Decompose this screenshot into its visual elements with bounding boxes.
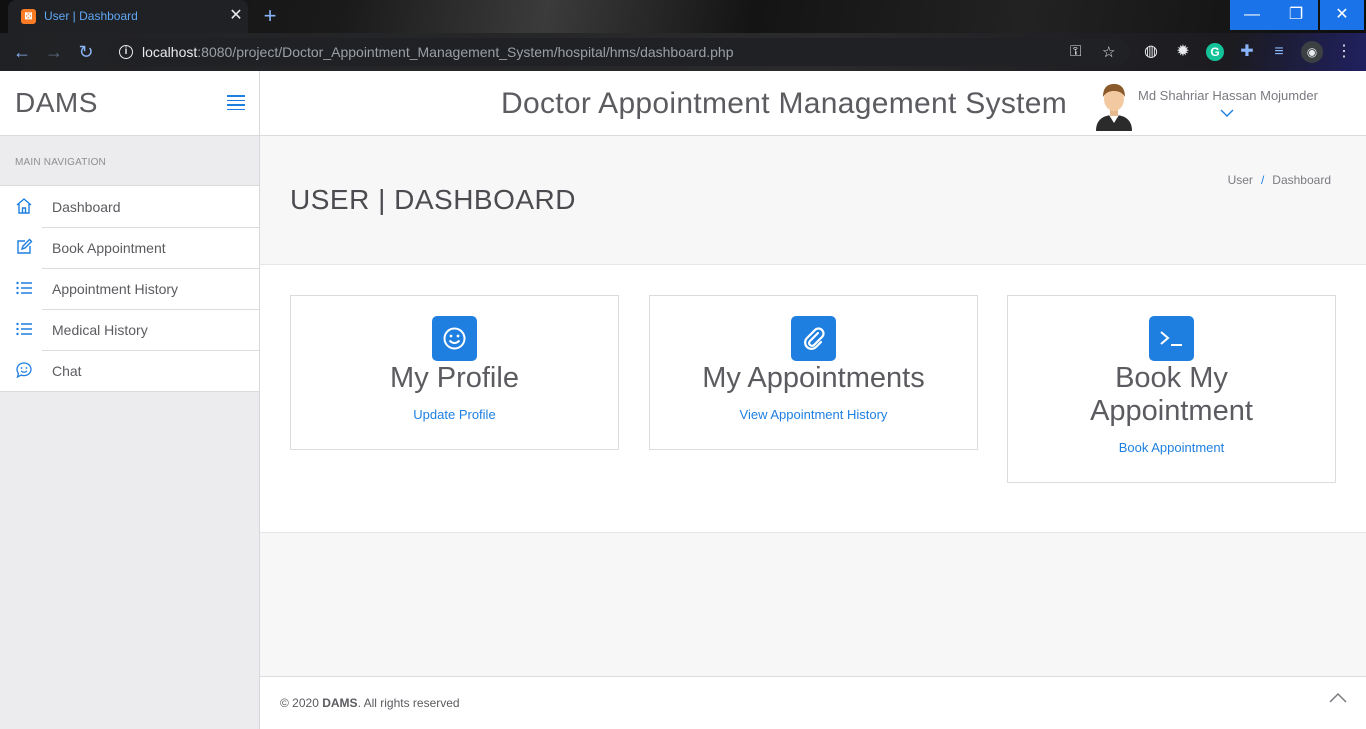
breadcrumb-separator: / [1260, 173, 1265, 187]
book-appointment-link[interactable]: Book Appointment [1008, 440, 1335, 455]
browser-menu-icon[interactable]: ⋮ [1334, 42, 1354, 62]
window-restore-button[interactable]: ❐ [1274, 0, 1318, 30]
breadcrumb-item-dashboard: Dashboard [1272, 173, 1331, 187]
list-icon [14, 279, 34, 297]
card-title: My Appointments [702, 362, 925, 394]
list-icon [14, 320, 34, 338]
sidebar: DAMS MAIN NAVIGATION Dashboard Book Appo… [0, 71, 260, 729]
bookmark-star-icon[interactable]: ☆ [1102, 43, 1115, 61]
chat-icon [14, 361, 34, 379]
tab-title: User | Dashboard [44, 9, 138, 23]
terminal-icon [1149, 316, 1194, 361]
sidebar-item-label: Dashboard [52, 199, 121, 215]
extensions-puzzle-icon[interactable]: ✚ [1237, 42, 1257, 62]
sidebar-item-chat[interactable]: Chat [0, 350, 259, 391]
window-close-button[interactable]: ✕ [1320, 0, 1364, 30]
app-title: Doctor Appointment Management System [501, 87, 1068, 120]
sidebar-item-book-appointment[interactable]: Book Appointment [0, 227, 259, 268]
sidebar-item-label: Appointment History [52, 281, 179, 297]
paperclip-icon [791, 316, 836, 361]
window-minimize-button[interactable]: — [1230, 0, 1274, 30]
grammarly-extension-icon[interactable]: G [1206, 43, 1224, 61]
browser-toolbar: ← → ↻ i localhost:8080/project/Doctor_Ap… [0, 33, 1366, 71]
gear-extension-icon[interactable]: ✹ [1173, 42, 1193, 62]
home-icon [14, 197, 34, 215]
copyright-text: © 2020 DAMS. All rights reserved [280, 696, 460, 710]
brand-logo[interactable]: DAMS [15, 87, 98, 119]
sidebar-item-appointment-history[interactable]: Appointment History [0, 268, 259, 309]
card-my-appointments: My Appointments View Appointment History [649, 295, 978, 450]
update-profile-link[interactable]: Update Profile [291, 407, 618, 422]
site-info-icon[interactable]: i [119, 45, 133, 59]
view-appointment-history-link[interactable]: View Appointment History [650, 407, 977, 422]
sidebar-item-label: Medical History [52, 322, 148, 338]
smile-icon [432, 316, 477, 361]
password-key-icon[interactable]: ⚿ [1070, 43, 1081, 60]
top-header: Doctor Appointment Management System Md … [260, 71, 1366, 136]
breadcrumb-item-user[interactable]: User [1228, 173, 1253, 187]
chevron-down-icon[interactable] [1220, 105, 1234, 120]
copyright-rights: . All rights reserved [357, 696, 460, 710]
media-control-icon[interactable]: ≡ [1269, 42, 1289, 62]
browser-tab[interactable]: ⊠ User | Dashboard ✕ [8, 0, 248, 33]
page-title: USER | DASHBOARD [290, 184, 576, 215]
address-bar[interactable]: i localhost:8080/project/Doctor_Appointm… [108, 38, 1130, 66]
card-book-my-appointment: Book My Appointment Book Appointment [1007, 295, 1336, 483]
user-avatar[interactable] [1094, 81, 1134, 131]
app-root: DAMS MAIN NAVIGATION Dashboard Book Appo… [0, 71, 1366, 729]
profile-avatar-icon[interactable]: ◉ [1301, 41, 1323, 63]
sidebar-item-medical-history[interactable]: Medical History [0, 309, 259, 350]
main-navigation: Dashboard Book Appointment Appointment H… [0, 185, 259, 392]
globe-extension-icon[interactable]: ◍ [1141, 42, 1161, 62]
edit-icon [14, 238, 34, 256]
brand-bar: DAMS [0, 71, 259, 136]
copyright-year: © 2020 [280, 696, 319, 710]
url-text[interactable]: localhost:8080/project/Doctor_Appointmen… [142, 44, 733, 60]
card-title: My Profile [390, 362, 519, 394]
copyright-brand: DAMS [322, 696, 358, 710]
back-arrow-icon[interactable]: ← [11, 42, 33, 64]
sidebar-item-label: Book Appointment [52, 240, 166, 256]
forward-arrow-icon[interactable]: → [43, 42, 65, 64]
user-name[interactable]: Md Shahriar Hassan Mojumder [1138, 88, 1318, 103]
xampp-favicon-icon: ⊠ [21, 9, 36, 24]
card-title: Book My Appointment [1090, 362, 1253, 427]
page-header: USER | DASHBOARD User / Dashboard [260, 136, 1366, 265]
card-my-profile: My Profile Update Profile [290, 295, 619, 450]
url-path: :8080/project/Doctor_Appointment_Managem… [197, 44, 734, 60]
hamburger-menu-icon[interactable] [227, 95, 245, 110]
url-host: localhost [142, 44, 198, 60]
browser-tab-strip: ⊠ User | Dashboard ✕ + — ❐ ✕ [0, 0, 1366, 33]
breadcrumb: User / Dashboard [1228, 173, 1331, 187]
footer: © 2020 DAMS. All rights reserved [260, 676, 1366, 729]
nav-heading: MAIN NAVIGATION [15, 157, 106, 168]
chevron-up-icon[interactable] [1328, 691, 1348, 707]
sidebar-item-dashboard[interactable]: Dashboard [0, 186, 259, 227]
dashboard-cards: My Profile Update Profile My Appointment… [260, 265, 1366, 533]
new-tab-button[interactable]: + [258, 5, 282, 29]
sidebar-item-label: Chat [52, 363, 82, 379]
reload-icon[interactable]: ↻ [75, 42, 97, 64]
tab-close-icon[interactable]: ✕ [226, 6, 246, 26]
